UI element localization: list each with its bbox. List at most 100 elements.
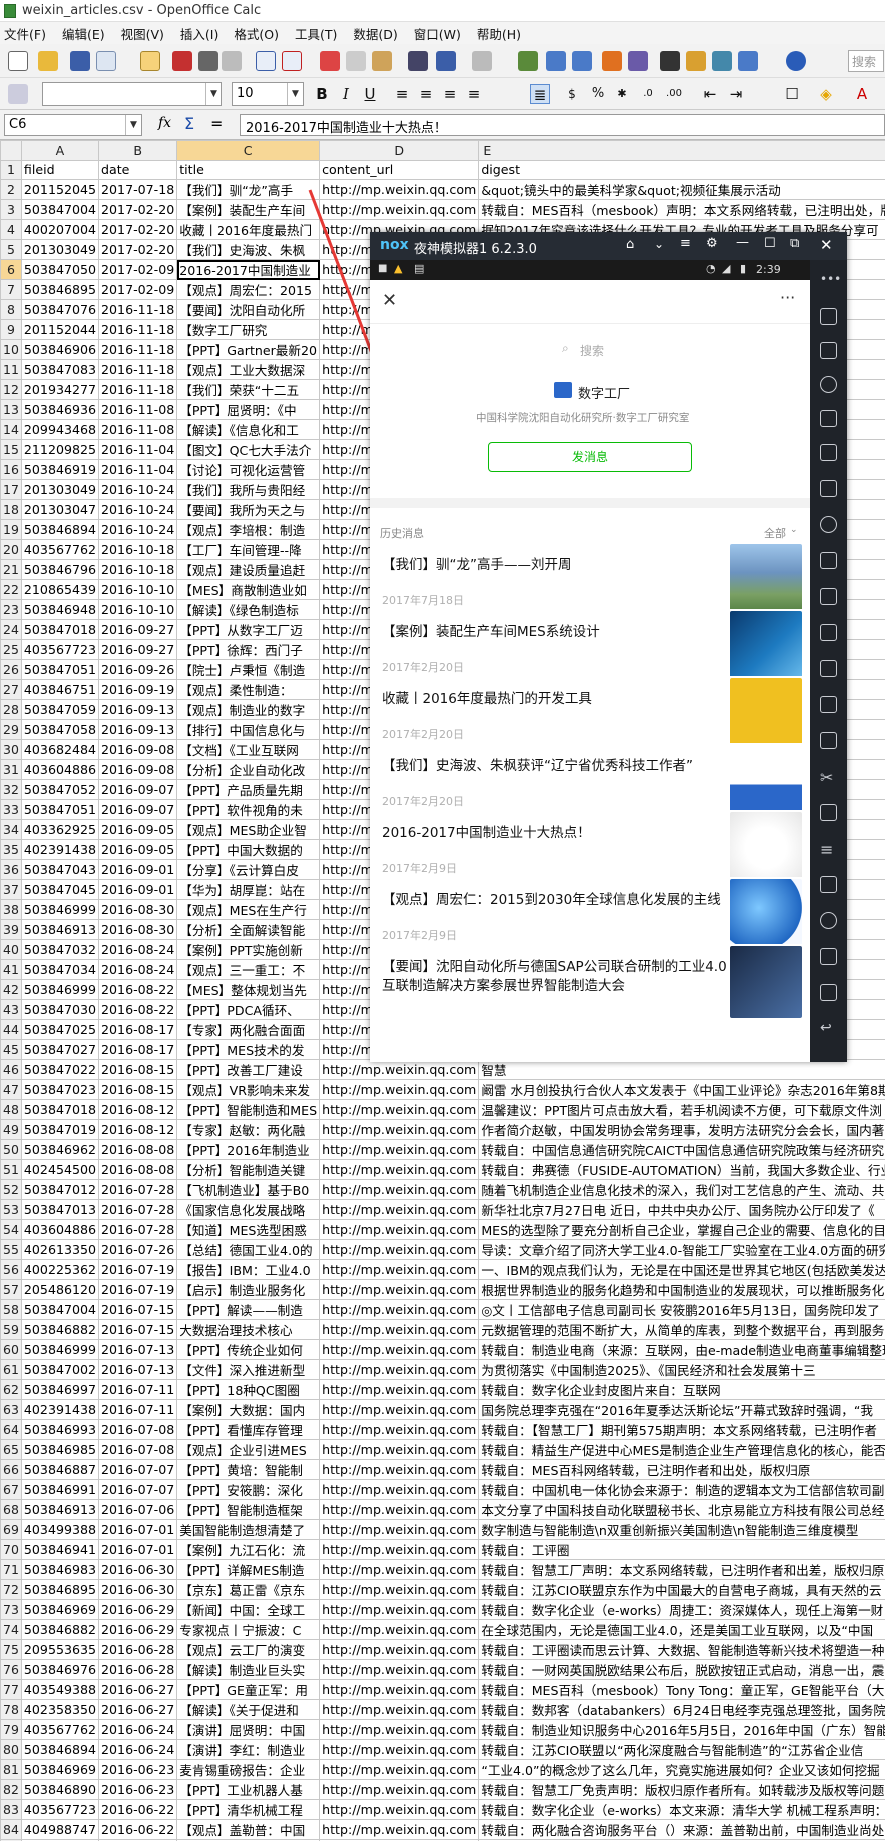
cell[interactable]: ◎文丨工信部电子信息司副司长 安筱鹏2016年5月13日，国务院印发了《 bbox=[478, 1299, 885, 1321]
cell[interactable]: 【文档】《工业互联网 bbox=[176, 739, 321, 761]
cell[interactable]: 【新闻】中国：全球工 bbox=[176, 1599, 321, 1621]
phone-icon[interactable] bbox=[820, 308, 837, 325]
cell[interactable]: 2016-06-23 bbox=[98, 1779, 178, 1801]
cell[interactable]: 【观点】MES在生产行 bbox=[176, 899, 321, 921]
cell[interactable]: 【MES】商散制造业如 bbox=[176, 579, 321, 601]
cell[interactable]: 2016-07-08 bbox=[98, 1439, 178, 1461]
menu-tools[interactable]: 工具(T) bbox=[295, 24, 337, 43]
cell[interactable]: 503846941 bbox=[20, 1539, 100, 1561]
cell[interactable]: 【分析】全面解读智能 bbox=[176, 919, 321, 941]
cell[interactable]: 400225362 bbox=[20, 1259, 100, 1281]
cell[interactable]: 2016-11-18 bbox=[98, 319, 178, 341]
cell[interactable]: 211209825 bbox=[20, 439, 100, 461]
cell[interactable]: 201152044 bbox=[20, 319, 100, 341]
chevron-down-icon[interactable]: ⌄ bbox=[654, 237, 664, 251]
decrease-indent-icon[interactable]: ⇤ bbox=[700, 84, 720, 104]
cell[interactable]: 转载自：工评圈 bbox=[478, 1539, 885, 1561]
row-header[interactable]: 18 bbox=[0, 499, 22, 521]
row-header[interactable]: 63 bbox=[0, 1399, 22, 1421]
cell[interactable]: 503846895 bbox=[20, 1579, 100, 1601]
cell[interactable]: 503846999 bbox=[20, 899, 100, 921]
cell[interactable]: 转载自：MES百科网络转载，已注明作者和出处，版权归原 bbox=[478, 1459, 885, 1481]
cell[interactable]: 503847013 bbox=[20, 1199, 100, 1221]
cell[interactable]: “工业4.0”的概念炒了这么几年，究竟实施进展如何？企业又该如何挖掘 bbox=[478, 1759, 885, 1781]
cell[interactable]: 【PPT】屈贤明：《中 bbox=[176, 399, 321, 421]
cell[interactable]: 2016-09-13 bbox=[98, 699, 178, 721]
menu-file[interactable]: 文件(F) bbox=[4, 24, 46, 43]
cell[interactable]: 一、IBM的观点我们认为，无论是在中国还是世界其它地区(包括欧美发达 bbox=[478, 1259, 885, 1281]
cell[interactable]: 【解读】《关于促进和 bbox=[176, 1699, 321, 1721]
cell[interactable]: 2016-06-23 bbox=[98, 1759, 178, 1781]
column-header-e[interactable]: E bbox=[478, 140, 885, 161]
cell[interactable]: 【分享】《云计算白皮 bbox=[176, 859, 321, 881]
cell[interactable]: 503847083 bbox=[20, 359, 100, 381]
cell[interactable]: http://mp.weixin.qq.com bbox=[319, 1419, 480, 1441]
row-header[interactable]: 55 bbox=[0, 1239, 22, 1261]
cell[interactable]: 2016-08-22 bbox=[98, 979, 178, 1001]
cell[interactable]: 【观点】建设质量追赶 bbox=[176, 559, 321, 581]
cell[interactable]: 503846906 bbox=[20, 339, 100, 361]
cell[interactable]: http://mp.weixin.qq.com bbox=[319, 199, 480, 221]
cell[interactable]: 2016-07-26 bbox=[98, 1239, 178, 1261]
cell[interactable]: 403604886 bbox=[20, 759, 100, 781]
edit-file-icon[interactable] bbox=[140, 51, 160, 71]
cell[interactable]: 2016-08-08 bbox=[98, 1159, 178, 1181]
row-header[interactable]: 13 bbox=[0, 399, 22, 421]
cell[interactable]: 201303049 bbox=[20, 479, 100, 501]
cell[interactable]: 2017-02-09 bbox=[98, 259, 178, 281]
row-header[interactable]: 2 bbox=[0, 179, 22, 201]
cell[interactable]: 收藏丨2016年度最热门 bbox=[176, 219, 321, 241]
cell[interactable]: 2016-08-15 bbox=[98, 1059, 178, 1081]
cell[interactable]: 2017-02-20 bbox=[98, 239, 178, 261]
cell[interactable]: 403604886 bbox=[20, 1219, 100, 1241]
cell[interactable]: 【观点】工业大数据深 bbox=[176, 359, 321, 381]
cell[interactable]: 【总结】德国工业4.0的 bbox=[176, 1239, 321, 1261]
row-header[interactable]: 59 bbox=[0, 1319, 22, 1341]
column-header-b[interactable]: B bbox=[98, 140, 178, 161]
cell[interactable]: http://mp.weixin.qq.com bbox=[319, 1439, 480, 1461]
cell[interactable]: 503846983 bbox=[20, 1559, 100, 1581]
cell[interactable]: 2016-07-07 bbox=[98, 1479, 178, 1501]
cell[interactable]: 【PPT】从数字工厂迈 bbox=[176, 619, 321, 641]
sum-icon[interactable]: Σ bbox=[184, 114, 194, 133]
cell[interactable]: http://mp.weixin.qq.com bbox=[319, 1119, 480, 1141]
cell[interactable]: 【文件】深入推进新型 bbox=[176, 1359, 321, 1381]
loading-icon[interactable] bbox=[820, 912, 837, 929]
align-center-icon[interactable]: ≡ bbox=[416, 84, 436, 104]
cell[interactable]: 【观点】VR影响未来发 bbox=[176, 1079, 321, 1101]
row-header[interactable]: 16 bbox=[0, 459, 22, 481]
cell[interactable]: MES的选型除了要充分剖析自己企业，掌握自己企业的需要、信息化的目 bbox=[478, 1219, 885, 1241]
row-header[interactable]: 57 bbox=[0, 1279, 22, 1301]
cell[interactable]: http://mp.weixin.qq.com bbox=[319, 1779, 480, 1801]
cell[interactable]: 阚雷 水月创投执行合伙人本文发表于《中国工业评论》杂志2016年第8期 bbox=[478, 1079, 885, 1101]
cell[interactable]: 转载自：制造业电商（来源：互联网，由e-made制造业电商董事编辑整理 bbox=[478, 1339, 885, 1361]
menu-format[interactable]: 格式(O) bbox=[234, 24, 279, 43]
row-header[interactable]: 48 bbox=[0, 1099, 22, 1121]
cell[interactable]: 随着飞机制造企业信息化技术的深入，我们对工艺信息的产生、流动、共 bbox=[478, 1179, 885, 1201]
chevron-down-icon[interactable]: ▼ bbox=[205, 83, 221, 105]
page-preview-icon[interactable] bbox=[222, 51, 242, 71]
cell[interactable]: 2016-07-11 bbox=[98, 1379, 178, 1401]
cell[interactable]: 2016-07-28 bbox=[98, 1179, 178, 1201]
cell[interactable]: 【观点】云工厂的演变 bbox=[176, 1639, 321, 1661]
cell[interactable]: 转载自：数邦客（databankers）6月24日电经李克强总理签批，国务院办 bbox=[478, 1699, 885, 1721]
cell[interactable]: 503847018 bbox=[20, 619, 100, 641]
cell[interactable]: 503847018 bbox=[20, 1099, 100, 1121]
cell[interactable]: 210865439 bbox=[20, 579, 100, 601]
row-header[interactable]: 74 bbox=[0, 1619, 22, 1641]
cell[interactable]: http://mp.weixin.qq.com bbox=[319, 1579, 480, 1601]
row-header[interactable]: 40 bbox=[0, 939, 22, 961]
row-header[interactable]: 20 bbox=[0, 539, 22, 561]
row-header[interactable]: 78 bbox=[0, 1699, 22, 1721]
cell[interactable]: 2016-07-15 bbox=[98, 1299, 178, 1321]
merge-cells-icon[interactable]: ≣ bbox=[530, 84, 550, 104]
column-header-d[interactable]: D bbox=[319, 140, 480, 161]
menu-insert[interactable]: 插入(I) bbox=[180, 24, 218, 43]
cell[interactable]: 2016-08-30 bbox=[98, 899, 178, 921]
cell[interactable]: http://mp.weixin.qq.com bbox=[319, 1219, 480, 1241]
cell[interactable]: 转载自：MES百科（mesbook）Tony Tong：童正军，GE智能平台（大… bbox=[478, 1679, 885, 1701]
cell[interactable]: 503846999 bbox=[20, 1339, 100, 1361]
cell[interactable]: 2016-07-06 bbox=[98, 1499, 178, 1521]
cell[interactable]: 转载自：数字化企业封皮图片来自：互联网 bbox=[478, 1379, 885, 1401]
restore-icon[interactable]: ⧉ bbox=[790, 236, 799, 251]
